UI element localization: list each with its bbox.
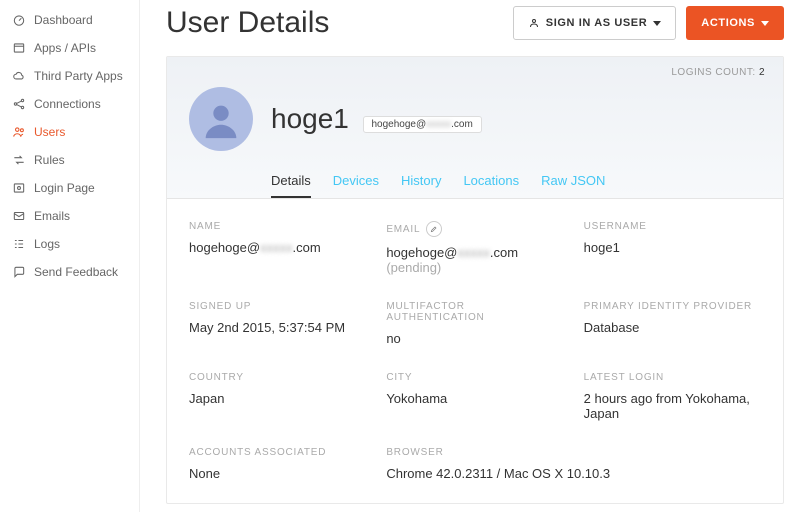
avatar bbox=[189, 87, 253, 151]
details-grid: NAME hogehoge@xxxxx.com EMAIL hogehoge@x… bbox=[167, 199, 783, 503]
gauge-icon bbox=[12, 13, 26, 27]
field-value: 2 hours ago from Yokohama, Japan bbox=[584, 391, 761, 421]
tabs: Details Devices History Locations Raw JS… bbox=[189, 165, 761, 198]
actions-button[interactable]: ACTIONS bbox=[686, 6, 784, 40]
sidebar-item-label: Dashboard bbox=[34, 13, 93, 27]
tab-devices[interactable]: Devices bbox=[333, 165, 379, 198]
cloud-icon bbox=[12, 69, 26, 83]
field-label: BROWSER bbox=[386, 447, 761, 458]
tab-locations[interactable]: Locations bbox=[463, 165, 519, 198]
chat-icon bbox=[12, 265, 26, 279]
field-accounts: ACCOUNTS ASSOCIATED None bbox=[189, 447, 366, 481]
sidebar-item-label: Send Feedback bbox=[34, 265, 118, 279]
avatar-silhouette-icon bbox=[198, 96, 244, 142]
field-value: Japan bbox=[189, 391, 366, 406]
sidebar-item-apps[interactable]: Apps / APIs bbox=[0, 34, 139, 62]
sidebar-item-label: Login Page bbox=[34, 181, 95, 195]
sidebar-item-label: Emails bbox=[34, 209, 70, 223]
user-display-name: hoge1 bbox=[271, 103, 349, 134]
field-email: EMAIL hogehoge@xxxxx.com (pending) bbox=[386, 221, 563, 275]
sign-in-as-user-button[interactable]: SIGN IN AS USER bbox=[513, 6, 677, 40]
sidebar-item-rules[interactable]: Rules bbox=[0, 146, 139, 174]
field-value: None bbox=[189, 466, 366, 481]
field-value: Database bbox=[584, 320, 761, 335]
header-actions: SIGN IN AS USER ACTIONS bbox=[513, 6, 784, 40]
mail-icon bbox=[12, 209, 26, 223]
edit-email-button[interactable] bbox=[426, 221, 442, 237]
chevron-down-icon bbox=[653, 21, 661, 26]
sidebar-item-logs[interactable]: Logs bbox=[0, 230, 139, 258]
share-icon bbox=[12, 97, 26, 111]
field-value: Chrome 42.0.2311 / Mac OS X 10.10.3 bbox=[386, 466, 761, 481]
tab-details[interactable]: Details bbox=[271, 165, 311, 198]
field-value: hogehoge@xxxxx.com (pending) bbox=[386, 245, 563, 275]
field-label: EMAIL bbox=[386, 221, 563, 237]
user-card: LOGINS COUNT: 2 hoge1 hogehoge@xxxxx.com… bbox=[166, 56, 784, 504]
field-provider: PRIMARY IDENTITY PROVIDER Database bbox=[584, 301, 761, 346]
field-country: COUNTRY Japan bbox=[189, 372, 366, 421]
field-latest-login: LATEST LOGIN 2 hours ago from Yokohama, … bbox=[584, 372, 761, 421]
sidebar-item-label: Rules bbox=[34, 153, 65, 167]
tab-history[interactable]: History bbox=[401, 165, 441, 198]
field-label: NAME bbox=[189, 221, 366, 232]
logins-count-label: LOGINS COUNT: bbox=[671, 67, 755, 78]
field-city: CITY Yokohama bbox=[386, 372, 563, 421]
field-value: hoge1 bbox=[584, 240, 761, 255]
sidebar-item-label: Users bbox=[34, 125, 65, 139]
sidebar: Dashboard Apps / APIs Third Party Apps C… bbox=[0, 0, 140, 512]
main-content: User Details SIGN IN AS USER ACTIONS LOG… bbox=[140, 0, 800, 512]
pencil-icon bbox=[430, 225, 438, 233]
chevron-down-icon bbox=[761, 21, 769, 26]
sidebar-item-label: Apps / APIs bbox=[34, 41, 96, 55]
field-browser: BROWSER Chrome 42.0.2311 / Mac OS X 10.1… bbox=[386, 447, 761, 481]
card-header: LOGINS COUNT: 2 hoge1 hogehoge@xxxxx.com… bbox=[167, 57, 783, 199]
sidebar-item-dashboard[interactable]: Dashboard bbox=[0, 6, 139, 34]
field-label: ACCOUNTS ASSOCIATED bbox=[189, 447, 366, 458]
field-mfa: MULTIFACTOR AUTHENTICATION no bbox=[386, 301, 563, 346]
tab-raw-json[interactable]: Raw JSON bbox=[541, 165, 605, 198]
sidebar-item-thirdparty[interactable]: Third Party Apps bbox=[0, 62, 139, 90]
field-value: May 2nd 2015, 5:37:54 PM bbox=[189, 320, 366, 335]
field-label: LATEST LOGIN bbox=[584, 372, 761, 383]
field-value: Yokohama bbox=[386, 391, 563, 406]
field-label: CITY bbox=[386, 372, 563, 383]
sidebar-item-label: Third Party Apps bbox=[34, 69, 123, 83]
field-label: PRIMARY IDENTITY PROVIDER bbox=[584, 301, 761, 312]
sidebar-item-connections[interactable]: Connections bbox=[0, 90, 139, 118]
field-label: SIGNED UP bbox=[189, 301, 366, 312]
button-label: SIGN IN AS USER bbox=[546, 17, 648, 29]
field-name: NAME hogehoge@xxxxx.com bbox=[189, 221, 366, 275]
user-icon bbox=[528, 17, 540, 29]
list-icon bbox=[12, 237, 26, 251]
field-signed-up: SIGNED UP May 2nd 2015, 5:37:54 PM bbox=[189, 301, 366, 346]
field-value: no bbox=[386, 331, 563, 346]
profile-row: hoge1 hogehoge@xxxxx.com bbox=[189, 67, 761, 151]
window-icon bbox=[12, 41, 26, 55]
email-pill: hogehoge@xxxxx.com bbox=[363, 116, 482, 133]
field-value: hogehoge@xxxxx.com bbox=[189, 240, 366, 255]
sidebar-item-login-page[interactable]: Login Page bbox=[0, 174, 139, 202]
logins-count: LOGINS COUNT: 2 bbox=[671, 67, 765, 78]
logins-count-value: 2 bbox=[759, 67, 765, 78]
profile-heading: hoge1 hogehoge@xxxxx.com bbox=[271, 103, 482, 135]
sidebar-item-emails[interactable]: Emails bbox=[0, 202, 139, 230]
sidebar-item-feedback[interactable]: Send Feedback bbox=[0, 258, 139, 286]
users-icon bbox=[12, 125, 26, 139]
sidebar-item-users[interactable]: Users bbox=[0, 118, 139, 146]
field-label: COUNTRY bbox=[189, 372, 366, 383]
button-label: ACTIONS bbox=[701, 17, 755, 29]
login-icon bbox=[12, 181, 26, 195]
arrows-icon bbox=[12, 153, 26, 167]
field-label: USERNAME bbox=[584, 221, 761, 232]
sidebar-item-label: Logs bbox=[34, 237, 60, 251]
page-title: User Details bbox=[166, 6, 329, 40]
field-label: MULTIFACTOR AUTHENTICATION bbox=[386, 301, 563, 323]
page-header: User Details SIGN IN AS USER ACTIONS bbox=[166, 6, 784, 40]
field-username: USERNAME hoge1 bbox=[584, 221, 761, 275]
sidebar-item-label: Connections bbox=[34, 97, 101, 111]
